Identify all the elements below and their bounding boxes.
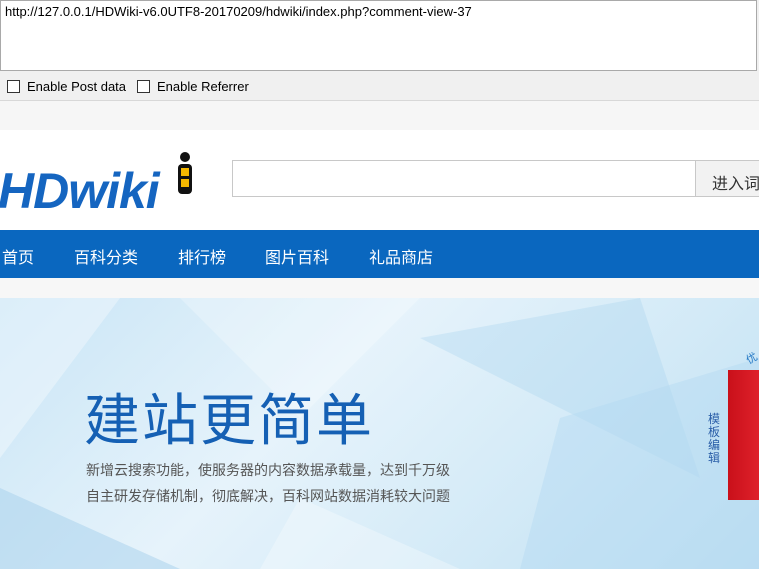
banner-title: 建站更简单 bbox=[84, 389, 374, 454]
post-data-checkbox[interactable] bbox=[7, 79, 20, 93]
nav-item-ranking[interactable]: 排行榜 bbox=[178, 244, 226, 268]
site-header: HDwiki 进入词 bbox=[0, 130, 759, 230]
post-data-label: Enable Post data bbox=[27, 78, 127, 94]
url-textarea[interactable]: http://127.0.0.1/HDWiki-v6.0UTF8-2017020… bbox=[0, 0, 757, 71]
logo-text: HDwiki bbox=[0, 163, 160, 219]
banner-line-1: 新增云搜索功能，使服务器的内容数据承载量，达到千万级 bbox=[86, 463, 450, 479]
referrer-label: Enable Referrer bbox=[157, 78, 249, 94]
red-cube-graphic bbox=[728, 370, 759, 500]
nav-item-images[interactable]: 图片百科 bbox=[265, 244, 329, 268]
search-input[interactable] bbox=[232, 160, 696, 197]
nav-item-gift-shop[interactable]: 礼品商店 bbox=[369, 244, 433, 268]
template-edit-label: 模板编辑 bbox=[708, 412, 721, 465]
enable-referrer-option[interactable]: Enable Referrer bbox=[137, 78, 249, 94]
nav-item-home[interactable]: 首页 bbox=[2, 244, 34, 268]
promo-banner[interactable]: 建站更简单 新增云搜索功能，使服务器的内容数据承载量，达到千万级 自主研发存储机… bbox=[0, 298, 759, 569]
logo-i-icon bbox=[178, 152, 192, 194]
main-nav: 首页 百科分类 排行榜 图片百科 礼品商店 bbox=[0, 230, 759, 278]
nav-divider bbox=[0, 278, 759, 298]
url-text: http://127.0.0.1/HDWiki-v6.0UTF8-2017020… bbox=[5, 4, 472, 19]
banner-line-2: 自主研发存储机制，彻底解决，百科网站数据消耗较大问题 bbox=[86, 489, 450, 505]
page-gap bbox=[0, 101, 759, 130]
enable-post-data-option[interactable]: Enable Post data bbox=[7, 78, 127, 94]
options-bar: Enable Post data Enable Referrer bbox=[0, 72, 759, 101]
nav-item-categories[interactable]: 百科分类 bbox=[74, 244, 138, 268]
search-button[interactable]: 进入词 bbox=[695, 160, 759, 197]
referrer-checkbox[interactable] bbox=[137, 79, 150, 93]
